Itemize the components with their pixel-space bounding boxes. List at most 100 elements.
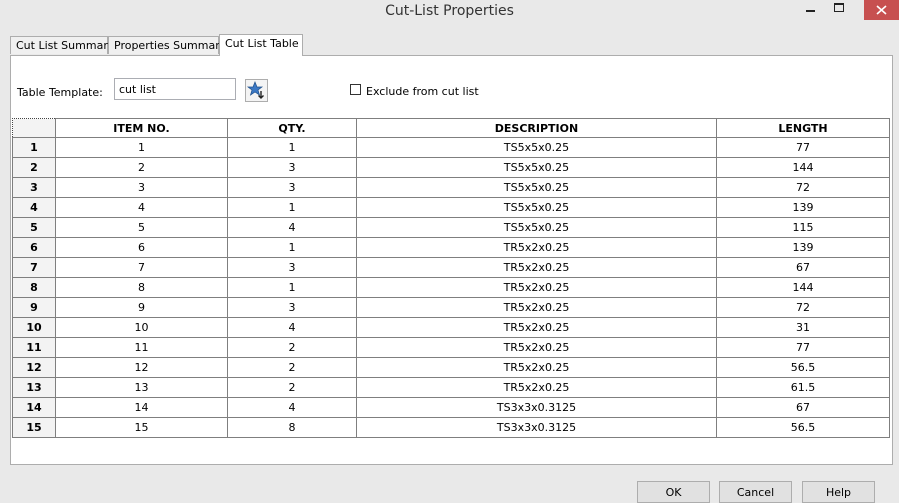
row-header[interactable]: 4: [12, 197, 56, 218]
cell-description[interactable]: TR5x2x0.25: [356, 277, 717, 298]
help-button[interactable]: Help: [802, 481, 875, 503]
row-header[interactable]: 5: [12, 217, 56, 238]
cell-item-no[interactable]: 12: [55, 357, 228, 378]
cell-qty[interactable]: 4: [227, 217, 357, 238]
cell-qty[interactable]: 8: [227, 417, 357, 438]
cell-item-no[interactable]: 4: [55, 197, 228, 218]
tab-properties-summary[interactable]: Properties Summary: [108, 36, 226, 54]
column-header-description[interactable]: DESCRIPTION: [356, 118, 717, 138]
cell-length[interactable]: 77: [716, 137, 890, 158]
cell-length[interactable]: 72: [716, 177, 890, 198]
row-header[interactable]: 11: [12, 337, 56, 358]
cell-description[interactable]: TR5x2x0.25: [356, 357, 717, 378]
cell-length[interactable]: 144: [716, 277, 890, 298]
cell-qty[interactable]: 4: [227, 397, 357, 418]
maximize-button[interactable]: [826, 0, 852, 22]
table-row[interactable]: 14 14 4 TS3x3x0.3125 67: [12, 397, 890, 418]
table-row[interactable]: 13 13 2 TR5x2x0.25 61.5: [12, 377, 890, 398]
cell-description[interactable]: TS5x5x0.25: [356, 177, 717, 198]
cell-item-no[interactable]: 7: [55, 257, 228, 278]
cell-description[interactable]: TR5x2x0.25: [356, 237, 717, 258]
cell-description[interactable]: TR5x2x0.25: [356, 257, 717, 278]
cell-qty[interactable]: 4: [227, 317, 357, 338]
cell-qty[interactable]: 1: [227, 137, 357, 158]
row-header[interactable]: 13: [12, 377, 56, 398]
cell-item-no[interactable]: 10: [55, 317, 228, 338]
exclude-from-cut-list-checkbox[interactable]: [350, 84, 361, 95]
cell-qty[interactable]: 2: [227, 357, 357, 378]
table-row[interactable]: 12 12 2 TR5x2x0.25 56.5: [12, 357, 890, 378]
table-row[interactable]: 4 4 1 TS5x5x0.25 139: [12, 197, 890, 218]
cell-length[interactable]: 77: [716, 337, 890, 358]
cell-description[interactable]: TR5x2x0.25: [356, 377, 717, 398]
cell-item-no[interactable]: 5: [55, 217, 228, 238]
cell-qty[interactable]: 3: [227, 257, 357, 278]
cell-qty[interactable]: 1: [227, 197, 357, 218]
cell-item-no[interactable]: 9: [55, 297, 228, 318]
table-row[interactable]: 9 9 3 TR5x2x0.25 72: [12, 297, 890, 318]
cell-item-no[interactable]: 14: [55, 397, 228, 418]
cell-item-no[interactable]: 11: [55, 337, 228, 358]
table-row[interactable]: 11 11 2 TR5x2x0.25 77: [12, 337, 890, 358]
cell-length[interactable]: 67: [716, 397, 890, 418]
table-row[interactable]: 8 8 1 TR5x2x0.25 144: [12, 277, 890, 298]
cell-length[interactable]: 56.5: [716, 417, 890, 438]
cell-description[interactable]: TS3x3x0.3125: [356, 397, 717, 418]
cell-description[interactable]: TS5x5x0.25: [356, 197, 717, 218]
row-header[interactable]: 3: [12, 177, 56, 198]
table-row[interactable]: 7 7 3 TR5x2x0.25 67: [12, 257, 890, 278]
row-header[interactable]: 15: [12, 417, 56, 438]
cell-length[interactable]: 56.5: [716, 357, 890, 378]
close-button[interactable]: [864, 0, 899, 20]
table-row[interactable]: 3 3 3 TS5x5x0.25 72: [12, 177, 890, 198]
cell-length[interactable]: 115: [716, 217, 890, 238]
row-header[interactable]: 14: [12, 397, 56, 418]
cell-item-no[interactable]: 1: [55, 137, 228, 158]
cell-qty[interactable]: 3: [227, 297, 357, 318]
cell-length[interactable]: 31: [716, 317, 890, 338]
row-header[interactable]: 9: [12, 297, 56, 318]
cell-description[interactable]: TR5x2x0.25: [356, 297, 717, 318]
cell-item-no[interactable]: 2: [55, 157, 228, 178]
cell-length[interactable]: 139: [716, 237, 890, 258]
row-header[interactable]: 6: [12, 237, 56, 258]
cell-description[interactable]: TS5x5x0.25: [356, 137, 717, 158]
table-row[interactable]: 2 2 3 TS5x5x0.25 144: [12, 157, 890, 178]
cell-length[interactable]: 72: [716, 297, 890, 318]
cell-qty[interactable]: 2: [227, 377, 357, 398]
table-row[interactable]: 5 5 4 TS5x5x0.25 115: [12, 217, 890, 238]
cell-item-no[interactable]: 13: [55, 377, 228, 398]
cell-item-no[interactable]: 8: [55, 277, 228, 298]
cell-description[interactable]: TS5x5x0.25: [356, 217, 717, 238]
minimize-button[interactable]: [798, 2, 824, 24]
table-corner-cell[interactable]: [12, 118, 56, 138]
column-header-item-no[interactable]: ITEM NO.: [55, 118, 228, 138]
column-header-length[interactable]: LENGTH: [716, 118, 890, 138]
row-header[interactable]: 10: [12, 317, 56, 338]
cell-qty[interactable]: 2: [227, 337, 357, 358]
cell-length[interactable]: 144: [716, 157, 890, 178]
tab-cut-list-summary[interactable]: Cut List Summary: [10, 36, 114, 54]
tab-cut-list-table[interactable]: Cut List Table: [219, 34, 303, 56]
ok-button[interactable]: OK: [637, 481, 710, 503]
cell-length[interactable]: 67: [716, 257, 890, 278]
table-row[interactable]: 6 6 1 TR5x2x0.25 139: [12, 237, 890, 258]
table-row[interactable]: 1 1 1 TS5x5x0.25 77: [12, 137, 890, 158]
cell-length[interactable]: 61.5: [716, 377, 890, 398]
cell-qty[interactable]: 3: [227, 177, 357, 198]
cell-length[interactable]: 139: [716, 197, 890, 218]
row-header[interactable]: 7: [12, 257, 56, 278]
table-row[interactable]: 15 15 8 TS3x3x0.3125 56.5: [12, 417, 890, 438]
table-template-browse-button[interactable]: [245, 79, 268, 102]
row-header[interactable]: 8: [12, 277, 56, 298]
row-header[interactable]: 1: [12, 137, 56, 158]
cell-description[interactable]: TS3x3x0.3125: [356, 417, 717, 438]
row-header[interactable]: 12: [12, 357, 56, 378]
row-header[interactable]: 2: [12, 157, 56, 178]
cell-description[interactable]: TR5x2x0.25: [356, 337, 717, 358]
cell-qty[interactable]: 3: [227, 157, 357, 178]
cell-item-no[interactable]: 3: [55, 177, 228, 198]
cell-description[interactable]: TR5x2x0.25: [356, 317, 717, 338]
table-template-input[interactable]: cut list: [114, 78, 236, 100]
cell-item-no[interactable]: 15: [55, 417, 228, 438]
